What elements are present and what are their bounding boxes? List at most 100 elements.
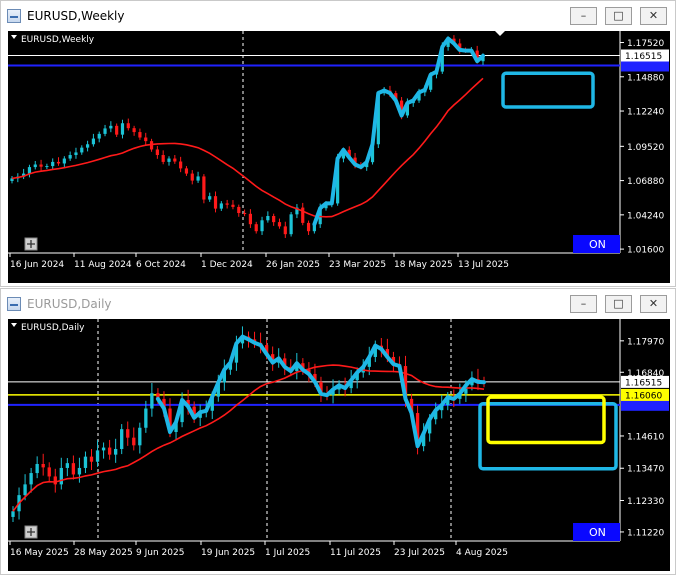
candle-body: [56, 161, 61, 164]
x-tick-label: 16 Jun 2024: [10, 260, 64, 270]
candle-body: [173, 158, 177, 162]
candle-body: [120, 429, 124, 449]
daily-chart-window[interactable]: EURUSD,Daily – □ ✕ 1.17970 1.16840 1.14610…: [0, 288, 676, 575]
minimize-button[interactable]: –: [570, 295, 597, 313]
y-tick-label: 1.01600: [627, 246, 664, 256]
target-zone-box[interactable]: [501, 71, 595, 109]
candle-body: [167, 158, 171, 162]
x-tick-label: 11 Jul 2025: [330, 548, 381, 558]
candle-body: [132, 437, 136, 446]
candle-body: [95, 450, 100, 462]
candle-body: [277, 222, 282, 227]
chart-area[interactable]: 1.17970 1.16840 1.14610 1.13470 1.12330 1.112…: [8, 319, 670, 571]
candle-body: [103, 128, 107, 134]
maximize-button[interactable]: □: [605, 295, 632, 313]
candle-body: [71, 463, 76, 475]
candle-body: [144, 137, 148, 142]
chart-window-icon: [7, 9, 21, 23]
chart-shift-marker[interactable]: [495, 31, 505, 36]
candle-body: [27, 167, 32, 174]
weekly-chart-window[interactable]: EURUSD,Weekly – □ ✕ 1.17520 1.14880 1.1224…: [0, 0, 676, 287]
candle-body: [144, 408, 148, 428]
x-tick-label: 16 May 2025: [10, 548, 69, 558]
chart-symbol-label: EURUSD,Weekly: [21, 35, 95, 45]
candle-body: [80, 147, 84, 153]
candle-body: [248, 213, 253, 225]
candle-body: [272, 216, 276, 223]
candle-body: [283, 226, 287, 235]
candle-body: [77, 467, 82, 475]
candle-body: [138, 427, 142, 446]
candle-body: [51, 161, 55, 167]
candle-body: [150, 393, 154, 409]
candle-body: [219, 203, 223, 209]
current-price-tag: 1.16515: [625, 52, 662, 62]
candle-body: [109, 125, 113, 129]
candle-body: [231, 204, 235, 207]
candle-body: [208, 196, 212, 200]
x-tick-label: 19 Jun 2025: [201, 548, 255, 558]
wave-pattern-drawing[interactable]: [155, 334, 486, 449]
x-tick-label: 11 Aug 2024: [74, 260, 132, 270]
window-title: EURUSD,Weekly: [27, 9, 125, 23]
y-tick-label: 1.04240: [627, 211, 664, 221]
chart-area[interactable]: 1.17520 1.14880 1.12240 1.09520 1.06880 1.042…: [8, 31, 670, 283]
candle-body: [91, 138, 96, 145]
candle-body: [107, 447, 112, 455]
x-tick-label: 9 Jun 2025: [136, 548, 184, 558]
x-tick-label: 18 May 2025: [394, 260, 453, 270]
minimize-button[interactable]: –: [570, 7, 597, 25]
candle-body: [29, 473, 33, 485]
y-tick-label: 1.14880: [627, 73, 664, 83]
candle-body: [179, 161, 183, 169]
candle-body: [85, 144, 90, 148]
candle-body: [126, 123, 130, 129]
candle-body: [155, 149, 159, 156]
support-price-tag: 1.16060: [625, 391, 662, 401]
candle-body: [260, 220, 264, 232]
candle-body: [33, 164, 37, 168]
candle-body: [59, 467, 63, 485]
candle-body: [47, 467, 51, 477]
candle-body: [97, 133, 101, 139]
close-button[interactable]: ✕: [640, 7, 667, 25]
maximize-button[interactable]: □: [605, 7, 632, 25]
candle-body: [196, 176, 200, 181]
candle-body: [202, 176, 206, 200]
candle-body: [242, 213, 247, 215]
window-titlebar[interactable]: EURUSD,Weekly – □ ✕: [1, 1, 675, 31]
y-tick-label: 1.12330: [627, 497, 664, 507]
x-tick-label: 13 Jul 2025: [458, 260, 509, 270]
candle-body: [266, 216, 270, 221]
moving-average-line: [12, 364, 485, 512]
candle-body: [89, 456, 94, 462]
window-titlebar[interactable]: EURUSD,Daily – □ ✕: [1, 289, 675, 319]
candle-body: [190, 173, 194, 181]
candle-body: [132, 128, 136, 133]
candle-body: [237, 206, 241, 214]
price-chart[interactable]: 1.17520 1.14880 1.12240 1.09520 1.06880 1.042…: [8, 31, 670, 283]
chart-dropdown-icon[interactable]: [11, 35, 17, 39]
current-price-tag: 1.16515: [625, 378, 662, 388]
close-button[interactable]: ✕: [640, 295, 667, 313]
price-chart[interactable]: 1.179701.168401.146101.134701.123301.112…: [8, 319, 670, 571]
candle-body: [113, 448, 118, 455]
candle-body: [41, 463, 45, 468]
candle-body: [225, 203, 229, 205]
x-tick-label: 1 Dec 2024: [201, 260, 253, 270]
status-indicator-label: ON: [589, 526, 606, 539]
candle-body: [83, 456, 88, 468]
candle-body: [126, 429, 130, 438]
target-zone-box[interactable]: [478, 401, 618, 471]
candle-body: [254, 224, 258, 232]
candle-body: [68, 155, 72, 159]
y-tick-label: 1.14610: [627, 432, 664, 442]
candle-body: [289, 214, 293, 235]
status-indicator-label: ON: [589, 238, 606, 251]
chart-window-icon: [7, 297, 21, 311]
candle-body: [35, 463, 39, 474]
candle-body: [115, 125, 119, 135]
chart-dropdown-icon[interactable]: [11, 323, 17, 327]
candle-body: [53, 476, 57, 485]
candle-body: [11, 511, 15, 517]
